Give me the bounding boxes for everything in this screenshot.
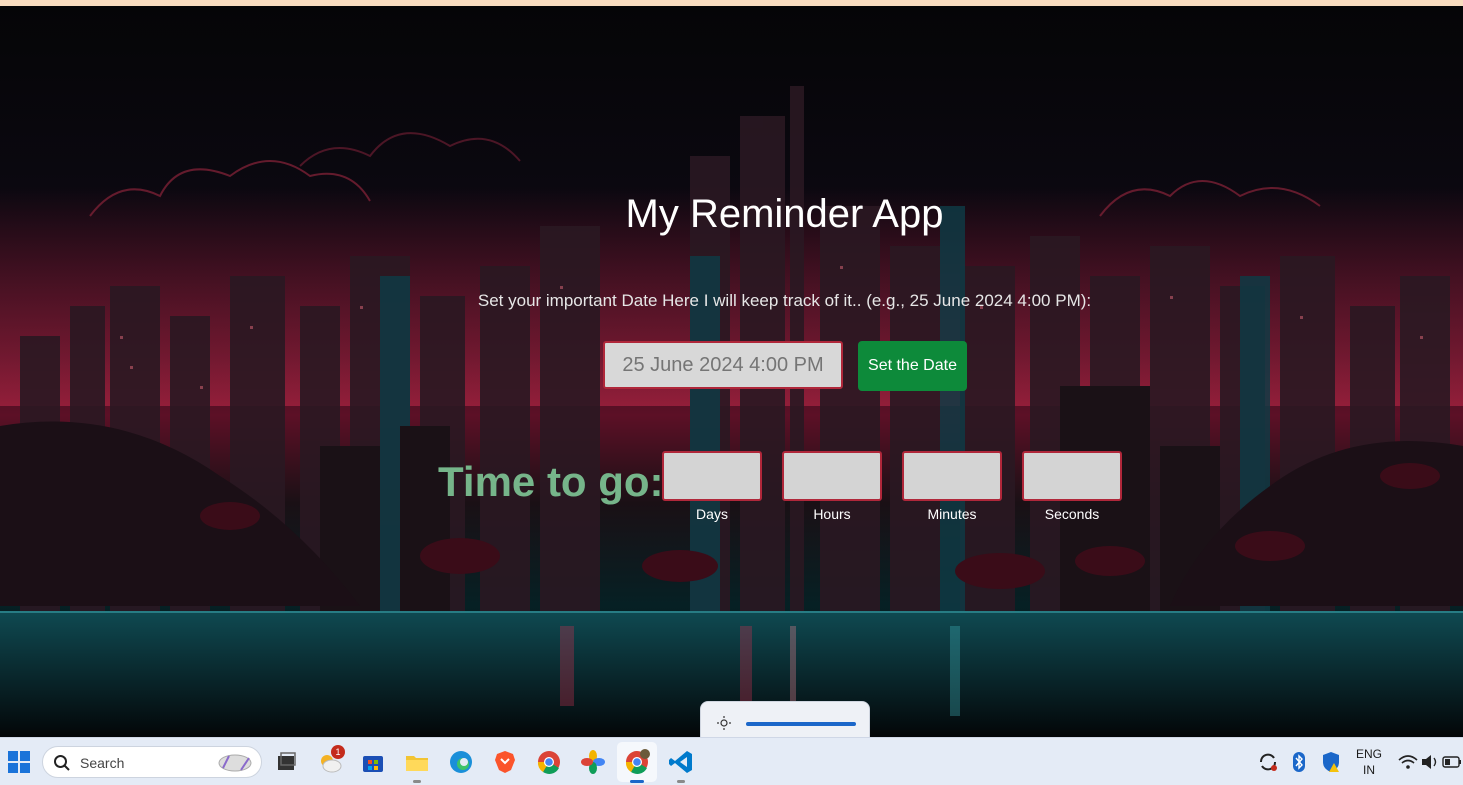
chrome-icon[interactable] (535, 748, 563, 776)
app-background: My Reminder App Set your important Date … (0, 6, 1463, 737)
brightness-slider[interactable] (746, 722, 856, 726)
hours-box (782, 451, 882, 501)
minutes-box (902, 451, 1002, 501)
sync-icon[interactable] (1254, 748, 1282, 776)
language-indicator-line1[interactable]: ENG (1351, 747, 1387, 761)
language-indicator-line2[interactable]: IN (1351, 763, 1387, 777)
weather-notification-badge: 1 (331, 745, 345, 759)
search-highlight-icon (218, 754, 252, 772)
vscode-running-indicator (677, 780, 685, 783)
chrome-active-icon[interactable] (623, 748, 651, 776)
brightness-flyout (700, 701, 870, 741)
search-label: Search (80, 755, 125, 771)
chrome-active-indicator (630, 780, 644, 783)
countdown-title: Time to go: (438, 458, 664, 505)
days-label: Days (696, 506, 728, 522)
edge-icon[interactable] (447, 748, 475, 776)
set-date-button[interactable]: Set the Date (858, 341, 967, 391)
search-icon (54, 755, 70, 771)
date-input[interactable] (603, 341, 843, 389)
photos-icon[interactable] (579, 748, 607, 776)
instruction-text: Set your important Date Here I will keep… (477, 291, 1092, 310)
search-box[interactable]: Search (42, 746, 262, 778)
seconds-box (1022, 451, 1122, 501)
file-explorer-icon[interactable] (403, 748, 431, 776)
minutes-label: Minutes (927, 506, 977, 522)
bluetooth-icon[interactable] (1285, 748, 1313, 776)
taskbar: Search 1 ENG IN (0, 737, 1463, 785)
windows-start-icon[interactable] (5, 748, 33, 776)
task-view-icon[interactable] (272, 748, 300, 776)
vscode-icon[interactable] (667, 748, 695, 776)
hours-label: Hours (813, 506, 851, 522)
sun-icon (717, 716, 731, 730)
security-icon[interactable] (1317, 748, 1345, 776)
store-icon[interactable] (359, 748, 387, 776)
app-title: My Reminder App (625, 192, 944, 236)
brave-icon[interactable] (491, 748, 519, 776)
battery-icon[interactable] (1440, 748, 1463, 776)
seconds-label: Seconds (1044, 506, 1100, 522)
explorer-running-indicator (413, 780, 421, 783)
days-box (662, 451, 762, 501)
